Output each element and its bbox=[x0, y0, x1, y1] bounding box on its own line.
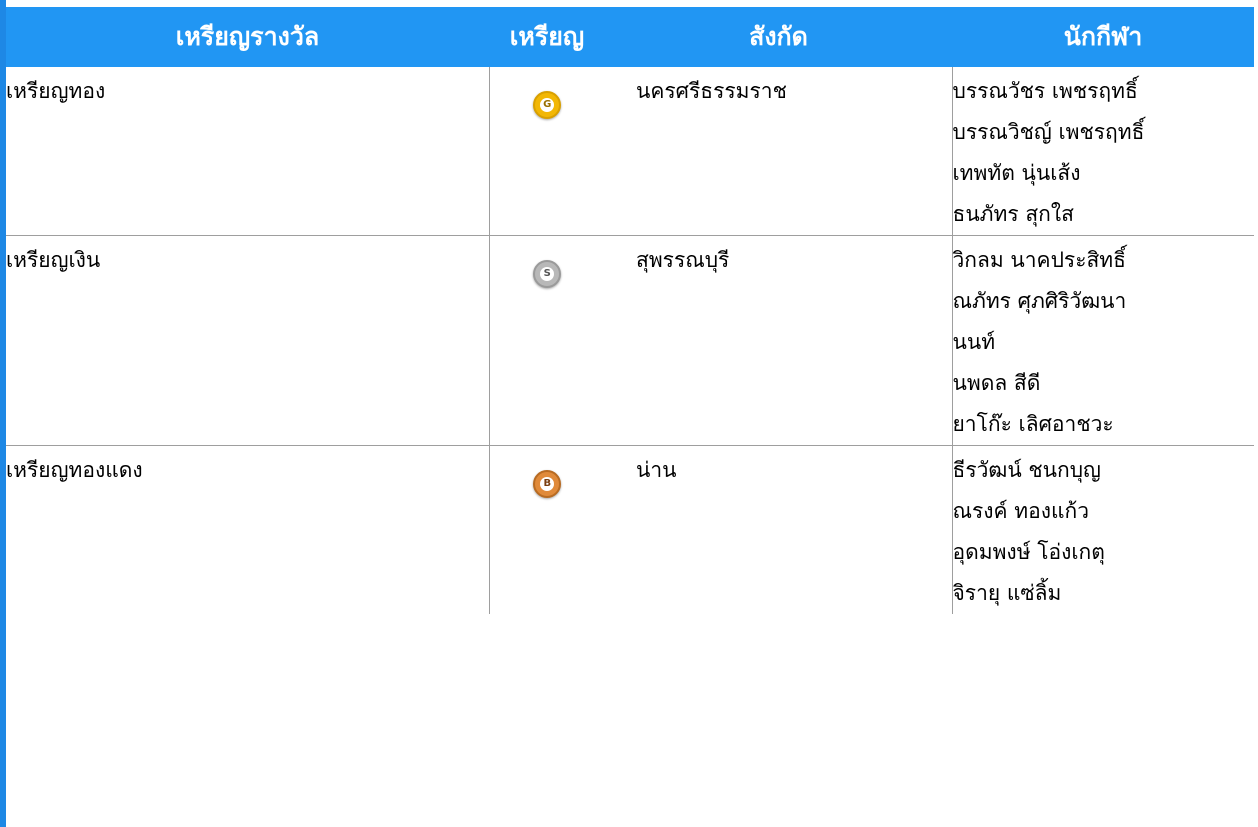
athlete-name: เทพทัต นุ่นเส้ง bbox=[952, 161, 1081, 185]
medal-cell: S bbox=[488, 235, 605, 446]
affiliation-cell: น่าน bbox=[636, 458, 677, 482]
table-row: เหรียญทองแดง B น่าน ธีรวัฒน์ ชนกบุญ ณรงค… bbox=[6, 445, 1254, 614]
medal-results-page: เหรียญรางวัล เหรียญ สังกัด นักกีฬา เหรีย… bbox=[0, 0, 1258, 827]
affiliation-cell: นครศรีธรรมราช bbox=[605, 67, 952, 236]
athlete-name: บรรณวิชญ์ เพชรฤทธิ์ bbox=[952, 120, 1145, 144]
table-row: เหรียญเงิน S สุพรรณบุรี วิกลม นาคประสิทธ… bbox=[6, 235, 1254, 446]
medal-letter: S bbox=[540, 267, 555, 281]
medal-table: เหรียญรางวัล เหรียญ สังกัด นักกีฬา เหรีย… bbox=[6, 7, 1254, 614]
medal-letter: G bbox=[540, 98, 555, 112]
athlete-name: นพดล สีดี bbox=[952, 371, 1041, 395]
athlete-name: ยาโก๊ะ เลิศอาชวะ bbox=[952, 412, 1114, 436]
athlete-name: ธีรวัฒน์ ชนกบุญ bbox=[952, 458, 1101, 482]
award-cell: เหรียญทอง bbox=[6, 67, 489, 236]
gold-medal-icon: G bbox=[533, 91, 562, 119]
medal-cell: B bbox=[488, 445, 605, 614]
header-affiliation: สังกัด bbox=[605, 7, 952, 67]
affiliation-cell: สุพรรณบุรี bbox=[605, 235, 952, 446]
athlete-name: ณรงค์ ทองแก้ว bbox=[952, 499, 1090, 523]
athlete-name: นนท์ bbox=[952, 330, 996, 354]
silver-medal-icon: S bbox=[533, 260, 562, 288]
header-award: เหรียญรางวัล bbox=[6, 7, 489, 67]
medal-cell: G bbox=[488, 67, 605, 236]
medal-letter: B bbox=[540, 477, 555, 491]
athlete-name: ธนภัทร สุกใส bbox=[952, 202, 1074, 226]
table-header-row: เหรียญรางวัล เหรียญ สังกัด นักกีฬา bbox=[6, 7, 1254, 67]
award-cell: เหรียญเงิน bbox=[6, 235, 489, 446]
athletes-cell: บรรณวัชร เพชรฤทธิ์ บรรณวิชญ์ เพชรฤทธิ์ เ… bbox=[951, 67, 1254, 236]
athlete-name: อุดมพงษ์ โอ่งเกตุ bbox=[952, 540, 1105, 564]
award-cell: เหรียญทองแดง bbox=[6, 458, 143, 482]
table-row: เหรียญทอง G นครศรีธรรมราช บรรณวัชร เพชรฤ… bbox=[6, 67, 1254, 236]
athlete-name: บรรณวัชร เพชรฤทธิ์ bbox=[952, 79, 1138, 103]
athlete-name: จิรายุ แซ่ลิ้ม bbox=[952, 581, 1062, 605]
athletes-cell: ธีรวัฒน์ ชนกบุญ ณรงค์ ทองแก้ว อุดมพงษ์ โ… bbox=[951, 445, 1254, 614]
athlete-name: ณภัทร ศุภศิริวัฒนา bbox=[952, 289, 1127, 313]
bronze-medal-icon: B bbox=[533, 470, 562, 498]
header-medal: เหรียญ bbox=[489, 7, 605, 67]
athletes-cell: วิกลม นาคประสิทธิ์ ณภัทร ศุภศิริวัฒนา นน… bbox=[951, 235, 1254, 446]
athlete-name: วิกลม นาคประสิทธิ์ bbox=[952, 248, 1126, 272]
header-athletes: นักกีฬา bbox=[952, 7, 1254, 67]
